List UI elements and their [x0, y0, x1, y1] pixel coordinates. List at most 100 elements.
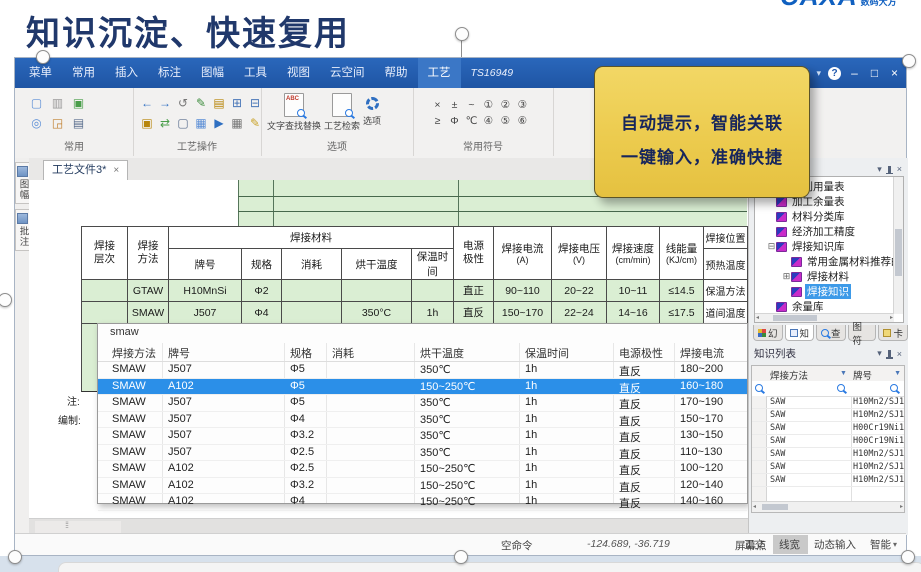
status-toggle[interactable]: 线宽	[772, 535, 808, 554]
filter-arrow-icon[interactable]: ▼	[840, 370, 847, 377]
document-tab[interactable]: 工艺文件3* ×	[43, 160, 129, 181]
symbol-button[interactable]: ℃	[463, 113, 480, 129]
panel-tab-card[interactable]: 卡	[878, 325, 908, 341]
close-icon[interactable]: ×	[897, 164, 902, 174]
symbol-button[interactable]: Φ	[446, 113, 463, 129]
knowledge-row[interactable]: SAW H00Cr19Ni12M...	[752, 435, 904, 448]
dropdown-row[interactable]: SMAW A102 Φ4 150~250℃ 1h 直反 140~160	[98, 494, 747, 511]
close-icon[interactable]: ×	[888, 66, 901, 80]
close-icon[interactable]: ×	[897, 349, 902, 359]
menu-item[interactable]: 视图	[277, 58, 320, 88]
side-tab[interactable]: 批注	[15, 209, 30, 251]
back-icon[interactable]: ←	[141, 95, 153, 110]
window-icon[interactable]: ▢	[177, 115, 189, 130]
find-replace-button[interactable]: ABC 文字查找替换	[267, 93, 321, 132]
process-search-button[interactable]: 工艺检索	[324, 93, 360, 132]
knowledge-row[interactable]: SAW H10Mn2/SJ101	[752, 474, 904, 487]
options-button[interactable]: 选项	[363, 93, 381, 132]
pin-icon[interactable]	[885, 165, 893, 174]
menu-item[interactable]: 常用	[62, 58, 105, 88]
status-toggle[interactable]: 正交	[738, 535, 773, 554]
forward-icon[interactable]: →	[159, 95, 171, 110]
symbol-button[interactable]: ④	[480, 113, 497, 129]
zoom-icon[interactable]: ◎	[29, 115, 44, 130]
tree-item[interactable]: 余量库	[755, 299, 894, 314]
menu-item[interactable]: 标注	[148, 58, 191, 88]
tree-vertical-scrollbar[interactable]	[893, 177, 903, 314]
menu-item[interactable]: 工具	[234, 58, 277, 88]
tree-item[interactable]: 材料分类库	[755, 209, 894, 224]
symbol-button[interactable]: ⑤	[497, 113, 514, 129]
next-sheet-icon[interactable]: ⊟	[249, 95, 261, 110]
symbol-button[interactable]: ③	[514, 97, 531, 113]
menu-item[interactable]: TS16949	[461, 58, 524, 88]
dropdown-row[interactable]: SMAW J507 Φ4 350℃ 1h 直反 150~170	[98, 412, 747, 428]
symbol-button[interactable]: ①	[480, 97, 497, 113]
chevron-down-icon[interactable]: ▾	[877, 348, 882, 359]
tree-item[interactable]: ⊟ 焊接知识库	[755, 239, 894, 254]
tree-item[interactable]: 常用金属材料推荐的	[755, 254, 902, 269]
menu-item[interactable]: 工艺	[417, 58, 461, 88]
panel-tab-symbols[interactable]: 图符	[847, 322, 877, 347]
dropdown-row[interactable]: SMAW J507 Φ5 350℃ 1h 直反 180~200	[98, 362, 747, 379]
brush-icon[interactable]: ✎	[249, 115, 261, 130]
knowledge-grid[interactable]: 焊接方法 ▼ 牌号 ▼ SAW H10Mn2/SJ101 SAW H10Mn2/…	[751, 365, 905, 513]
tree-horizontal-scrollbar[interactable]: ◂ ▸	[755, 313, 894, 322]
dropdown-row[interactable]: SMAW A102 Φ5 150~250℃ 1h 直反 160~180	[98, 378, 747, 395]
panel-tab-tree[interactable]: 幻	[753, 325, 783, 341]
symbol-button[interactable]: ⑥	[514, 113, 531, 129]
sync-icon[interactable]: ⇄	[159, 115, 171, 130]
panel-tab-knowledge[interactable]: 知	[784, 325, 815, 341]
document-canvas[interactable]: 焊接层次 焊接方法 焊接材料 电源极性 焊接电流 (A) 焊接电压 (V) 焊接速度…	[29, 180, 748, 518]
knowledge-row[interactable]: SAW H10Mn2/SJ101	[752, 448, 904, 461]
menu-item[interactable]: 云空间	[320, 58, 375, 88]
selection-handle[interactable]	[454, 550, 468, 564]
import-icon[interactable]: ▣	[141, 115, 153, 130]
selection-handle[interactable]	[0, 293, 12, 307]
panel-tab-search[interactable]: 查	[816, 325, 846, 341]
grid-table-icon[interactable]: ▦	[231, 115, 243, 130]
symbol-button[interactable]: ~	[463, 97, 480, 113]
edit-cell-icon[interactable]: ✎	[195, 95, 207, 110]
selection-handle[interactable]	[8, 550, 22, 564]
layout-icon[interactable]: ▦	[195, 115, 207, 130]
selection-handle[interactable]	[902, 54, 916, 68]
chevron-down-icon[interactable]: ▾	[816, 68, 821, 79]
dropdown-row[interactable]: SMAW A102 Φ3.2 150~250℃ 1h 直反 120~140	[98, 478, 747, 494]
history-icon[interactable]: ↺	[177, 95, 189, 110]
symbol-button[interactable]: ×	[429, 97, 446, 113]
refresh-image-icon[interactable]: ▣	[71, 95, 86, 110]
dropdown-row[interactable]: SMAW J507 Φ2.5 350℃ 1h 直反 110~130	[98, 445, 747, 461]
table-edit-icon[interactable]: ▤	[213, 95, 225, 110]
symbol-button[interactable]: ±	[446, 97, 463, 113]
copy-icon[interactable]: ▥	[50, 95, 65, 110]
chevron-down-icon[interactable]: ▾	[877, 164, 882, 175]
rotation-handle[interactable]	[455, 27, 469, 41]
menu-item[interactable]: 帮助	[375, 58, 418, 88]
grid-filter-row[interactable]	[752, 381, 904, 397]
status-toggle[interactable]: 动态输入	[808, 535, 864, 554]
expand-icon[interactable]: ⊞	[782, 271, 791, 282]
dropdown-row[interactable]: SMAW A102 Φ2.5 150~250℃ 1h 直反 100~120	[98, 461, 747, 478]
expand-icon[interactable]: ⊟	[767, 241, 776, 252]
scrollbar-grip-icon[interactable]: ⁞⁞	[65, 520, 69, 530]
pan-icon[interactable]: ◲	[50, 115, 65, 130]
tree-item[interactable]: ⊞ 焊接材料	[755, 269, 894, 284]
play-icon[interactable]: ▶	[213, 115, 225, 130]
help-icon[interactable]: ?	[828, 66, 841, 80]
status-toggle[interactable]: 智能 ▾	[864, 535, 903, 554]
autocomplete-dropdown[interactable]: smaw 焊接方法 牌号 规格 消耗 烘干温度 保温时间 电源极性 焊接电流 S…	[97, 323, 748, 511]
restore-icon[interactable]: □	[868, 66, 881, 80]
minimize-icon[interactable]: –	[848, 66, 861, 80]
tab-close-icon[interactable]: ×	[113, 165, 119, 176]
dropdown-row[interactable]: SMAW J507 Φ5 350℃ 1h 直反 170~190	[98, 395, 747, 412]
new-doc-icon[interactable]: ▢	[29, 95, 44, 110]
grid-horizontal-scrollbar[interactable]: ◂ ▸	[752, 501, 904, 512]
add-sheet-icon[interactable]: ⊞	[231, 95, 243, 110]
tree-item[interactable]: 焊接知识	[755, 284, 894, 299]
selection-handle[interactable]	[36, 50, 50, 64]
knowledge-row[interactable]: SAW H10Mn2/SJ101	[752, 461, 904, 474]
selection-handle[interactable]	[901, 550, 915, 564]
filter-arrow-icon[interactable]: ▼	[894, 370, 901, 377]
knowledge-row[interactable]: SAW H10Mn2/SJ101	[752, 396, 904, 409]
